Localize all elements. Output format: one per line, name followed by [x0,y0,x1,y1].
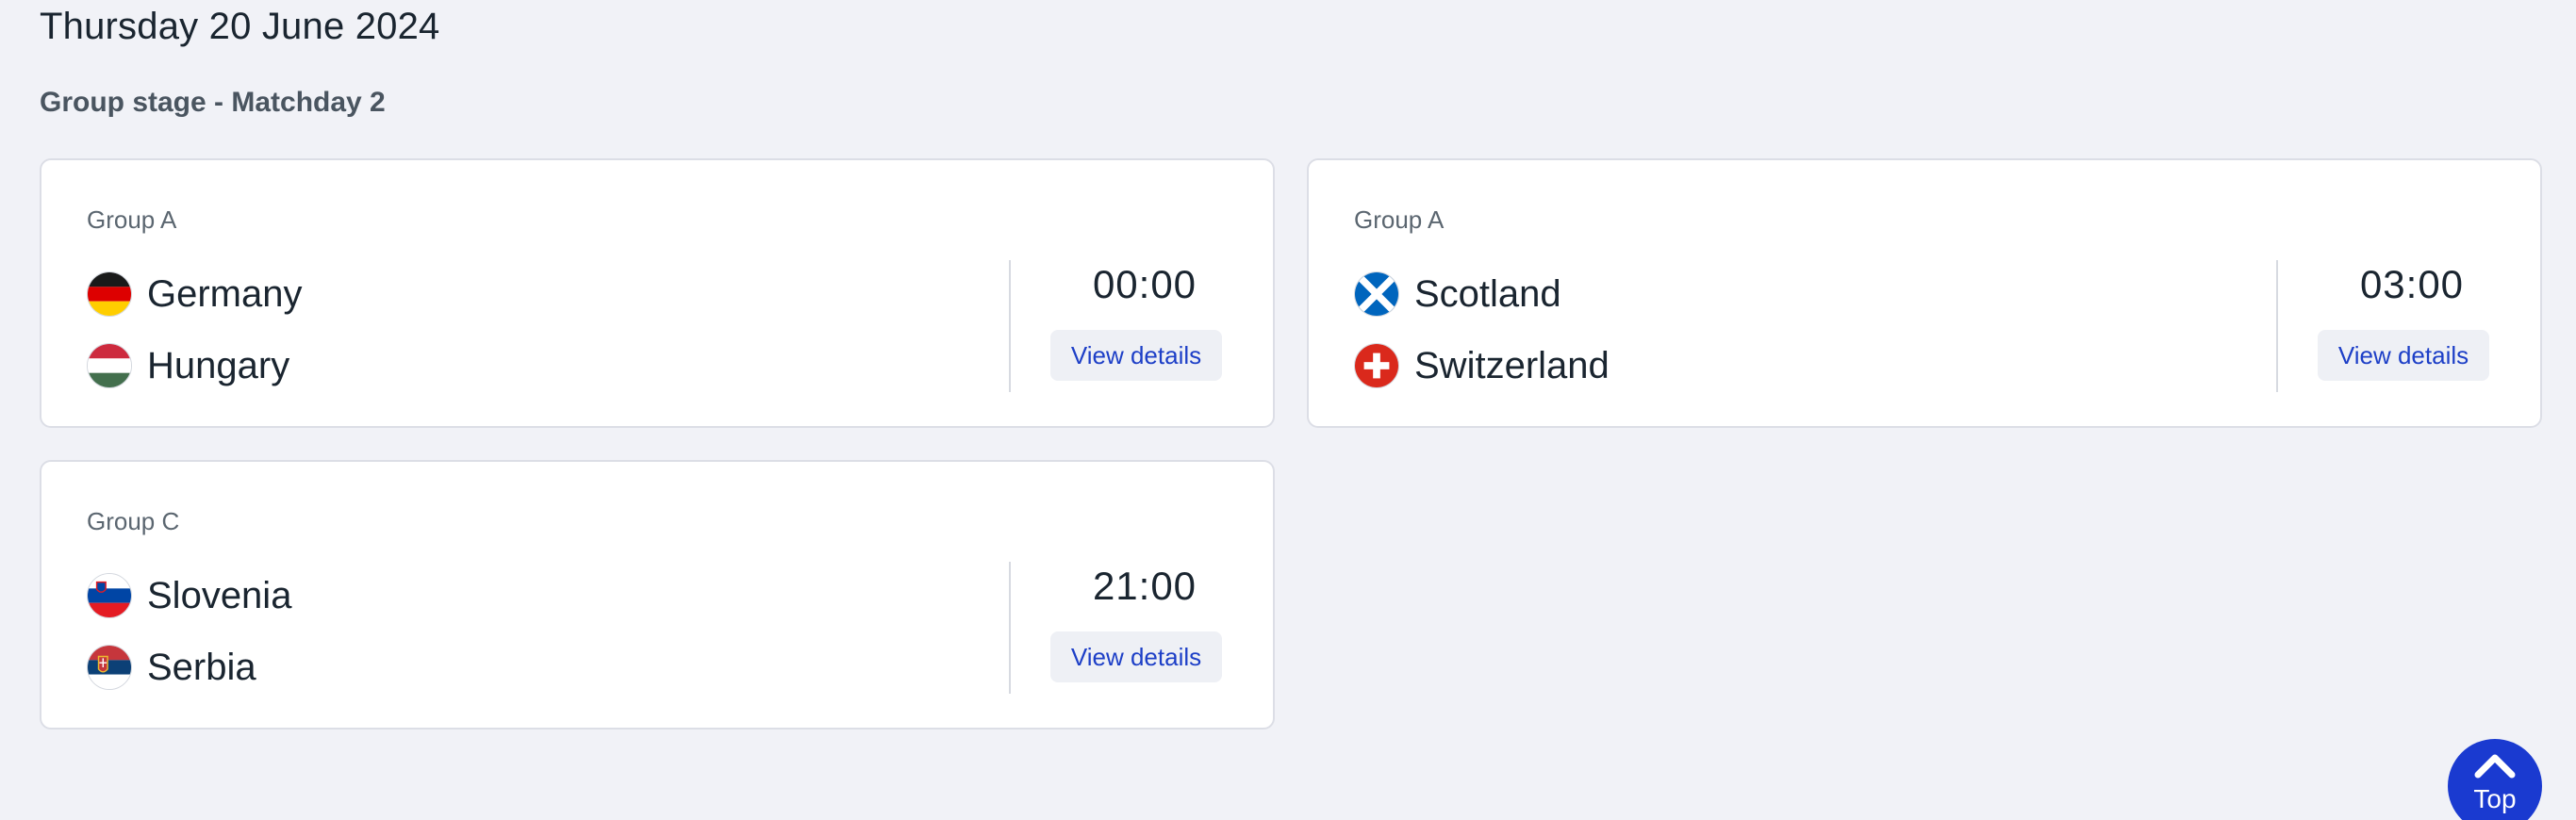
top-label: Top [2473,784,2517,813]
home-team: Slovenia [87,560,291,631]
home-team: Germany [87,258,303,330]
divider [2276,260,2278,392]
page: Thursday 20 June 2024 Group stage - Matc… [0,0,2576,820]
kickoff-time: 00:00 [1092,262,1197,306]
match-grid: Group A Germany Hungary 00:00 View detai… [40,158,2542,730]
scotland-flag-icon [1354,271,1399,317]
chevron-up-icon [2472,750,2518,780]
divider [1009,260,1011,392]
team-name: Serbia [147,646,256,688]
divider [1009,562,1011,694]
match-card: Group A Scotland Switzerland 03:00 View … [1307,158,2542,428]
team-name: Switzerland [1414,344,1610,386]
match-card: Group A Germany Hungary 00:00 View detai… [40,158,1275,428]
teams: Slovenia Serbia [87,560,291,703]
date-heading: Thursday 20 June 2024 [40,6,440,47]
group-label: Group C [87,507,180,535]
team-name: Germany [147,272,303,315]
germany-flag-icon [87,271,132,317]
group-label: Group A [1354,205,1445,234]
back-to-top-button[interactable]: Top [2448,739,2542,820]
hungary-flag-icon [87,343,132,388]
away-team: Switzerland [1354,330,1610,402]
away-team: Serbia [87,631,291,703]
stage-heading: Group stage - Matchday 2 [40,87,386,118]
kickoff-time: 03:00 [2359,262,2465,306]
view-details-button[interactable]: View details [2318,330,2489,381]
team-name: Scotland [1414,272,1561,315]
away-team: Hungary [87,330,303,402]
view-details-button[interactable]: View details [1050,631,1222,682]
home-team: Scotland [1354,258,1610,330]
team-name: Hungary [147,344,290,386]
kickoff-time: 21:00 [1092,564,1197,608]
slovenia-flag-icon [87,573,132,618]
match-card: Group C Slovenia Serbia 21:00 View detai… [40,460,1275,730]
serbia-flag-icon [87,645,132,690]
teams: Scotland Switzerland [1354,258,1610,402]
group-label: Group A [87,205,177,234]
team-name: Slovenia [147,574,292,616]
teams: Germany Hungary [87,258,303,402]
view-details-button[interactable]: View details [1050,330,1222,381]
switzerland-flag-icon [1354,343,1399,388]
